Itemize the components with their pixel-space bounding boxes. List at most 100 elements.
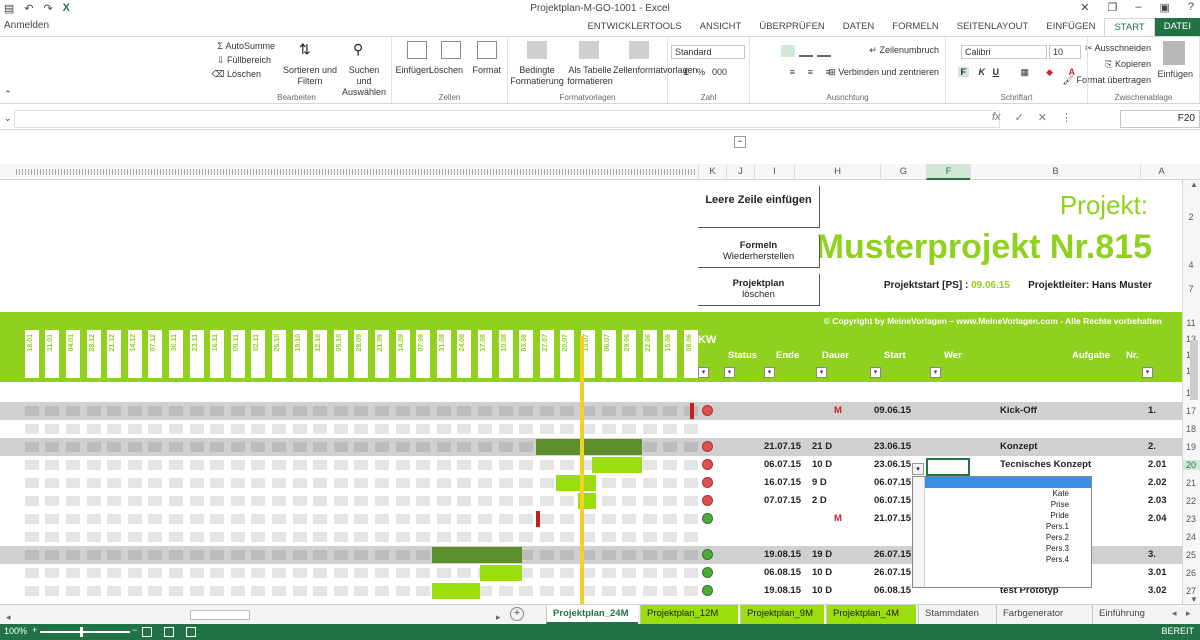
filter-dropdown-start[interactable]: ▾ [870,367,881,378]
filter-dropdown-who[interactable]: ▾ [930,367,941,378]
scroll-left-icon[interactable]: ◂ [6,612,11,623]
active-cell[interactable] [926,458,970,476]
sort-filter-button[interactable]: Sortieren und Filtern [279,65,341,87]
zoom-out-icon[interactable]: − [132,625,137,635]
filter-dropdown-end[interactable]: ▾ [764,367,775,378]
thousands-button[interactable]: 000 [712,67,727,77]
border-icon[interactable]: ▦ [1020,67,1029,78]
sort-filter-icon[interactable]: ⇅ [299,41,319,59]
format-as-table-icon[interactable] [579,41,599,59]
tab-überprüfen[interactable]: ÜBERPRÜFEN [750,18,833,36]
name-box[interactable]: F20 [1120,110,1200,128]
sheet-tab-farbgenerator[interactable]: Farbgenerator [996,605,1090,624]
format-cells-icon[interactable] [477,41,497,59]
prev-sheet-icon[interactable]: ◂ [1172,608,1177,619]
column-header-i[interactable]: I [754,164,794,180]
enter-icon[interactable]: ✓ [1015,111,1024,124]
vertical-scroll-thumb[interactable] [1190,340,1198,400]
clear-button[interactable]: ⌫ Löschen [212,69,261,80]
font-color-icon[interactable]: A [1069,67,1076,77]
autosum-button[interactable]: Σ AutoSumme [217,41,275,51]
table-row[interactable] [0,420,1182,438]
align-middle-icon[interactable] [799,45,813,57]
conditional-format-button[interactable]: Bedingte Formatierung [507,65,567,87]
align-left-icon[interactable]: ≡ [790,67,795,77]
tab-einfügen[interactable]: EINFÜGEN [1037,18,1104,36]
paste-button[interactable]: Einfügen [1157,69,1193,79]
zoom-in-icon[interactable]: + [32,625,37,635]
sheet-tab-einf-hrung[interactable]: Einführung [1092,605,1162,624]
tab-datei[interactable]: DATEI [1154,18,1200,36]
dropdown-option[interactable]: Pers.2 [913,532,1091,543]
sheet-tab-projektplan-12m[interactable]: Projektplan_12M [640,605,738,624]
format-as-table-button[interactable]: Als Tabelle formatieren [567,65,613,87]
expand-formula-icon[interactable]: ⌄ [4,113,12,124]
signin-link[interactable]: Anmelden [4,20,49,31]
column-header-j[interactable]: J [726,164,754,180]
wrap-text-button[interactable]: ↵ Zeilenumbruch [869,45,939,56]
delete-cells-button[interactable]: Löschen [429,65,463,75]
cell-dropdown-button[interactable]: ▾ [912,463,924,475]
zoom-level[interactable]: 100% [4,626,27,636]
table-row[interactable]: 2.01 Tecnisches Konzept 23.06.15 10 D 06.07.… [0,456,1182,474]
sheet-tab-projektplan-9m[interactable]: Projektplan_9M [740,605,824,624]
more-icon[interactable]: ⋮ [1061,111,1072,124]
percent-button[interactable]: % [697,67,705,77]
scroll-down-icon[interactable]: ▼ [1190,595,1198,604]
tab-entwicklertools[interactable]: ENTWICKLERTOOLS [578,18,690,36]
dropdown-option[interactable]: Pride [913,510,1091,521]
page-layout-view-icon[interactable] [164,627,174,637]
format-cells-button[interactable]: Format [472,65,501,75]
tab-formeln[interactable]: FORMELN [883,18,947,36]
fx-button[interactable]: fx [992,111,1001,124]
dropdown-option[interactable] [913,477,1091,488]
normal-view-icon[interactable] [186,627,196,637]
bold-button[interactable]: F [957,67,969,77]
validation-dropdown-list[interactable]: Kate Prise Pride Pers.1 Pers.2 Pers.3 Pers.4 [912,476,1092,588]
font-name-dropdown[interactable]: Calibri [961,45,1047,59]
next-sheet-icon[interactable]: ▸ [1186,608,1191,619]
add-sheet-button[interactable]: + [510,607,524,621]
dropdown-option[interactable]: Pers.3 [913,543,1091,554]
insert-cells-icon[interactable] [407,41,427,59]
column-header-g[interactable]: G [880,164,926,180]
merge-center-button[interactable]: ⊞ Verbinden und zentrieren [828,67,939,78]
fill-button[interactable]: ⇩ Füllbereich [217,55,271,66]
dropdown-option[interactable]: Pers.1 [913,521,1091,532]
filter-dropdown-status[interactable]: ▾ [724,367,735,378]
filter-dropdown-duration[interactable]: ▾ [816,367,827,378]
column-header-k[interactable]: K [698,164,726,180]
underline-button[interactable]: U [993,67,1000,77]
copy-button[interactable]: ⎘ Kopieren [1105,59,1151,70]
sheet-tab-projektplan-24m[interactable]: Projektplan_24M [546,605,638,624]
tab-seitenlayout[interactable]: SEITENLAYOUT [948,18,1038,36]
zoom-slider[interactable] [40,631,130,633]
vertical-scrollbar[interactable]: ▲ ▼ [1188,180,1200,604]
tab-ansicht[interactable]: ANSICHT [691,18,751,36]
collapse-group-icon[interactable]: − [734,136,746,148]
column-header-h[interactable]: H [794,164,880,180]
zoom-thumb[interactable] [80,627,83,637]
cancel-icon[interactable]: ✕ [1038,111,1047,124]
formula-input[interactable] [14,110,1000,128]
italic-button[interactable]: K [979,67,986,77]
paste-icon[interactable] [1163,41,1185,65]
save-icon[interactable]: ▤ [4,2,14,15]
redo-icon[interactable]: ↷ [43,2,52,15]
horizontal-scroll-thumb[interactable] [190,610,250,620]
fill-color-icon[interactable]: ◆ [1046,67,1053,78]
sheet-tab-stammdaten[interactable]: Stammdaten [918,605,994,624]
table-row[interactable]: 2. Konzept 23.06.15 21 D 21.07.15 [0,438,1182,456]
insert-row-button[interactable]: Leere Zeile einfügen [698,186,820,228]
column-header-b[interactable]: B [970,164,1140,180]
column-header-f[interactable]: F [926,164,970,180]
font-size-dropdown[interactable]: 10 [1049,45,1081,59]
collapse-ribbon-icon[interactable]: ⌃ [4,89,12,100]
dropdown-scrollbar[interactable] [913,477,925,587]
delete-plan-button[interactable]: Projektplan löschen [698,274,820,306]
align-center-icon[interactable]: ≡ [808,67,813,77]
tab-start[interactable]: START [1104,18,1155,36]
filter-dropdown-nr[interactable]: ▾ [1142,367,1153,378]
cell-styles-button[interactable]: Zellenformatvorlagen [613,65,698,76]
undo-icon[interactable]: ↶ [24,2,33,15]
